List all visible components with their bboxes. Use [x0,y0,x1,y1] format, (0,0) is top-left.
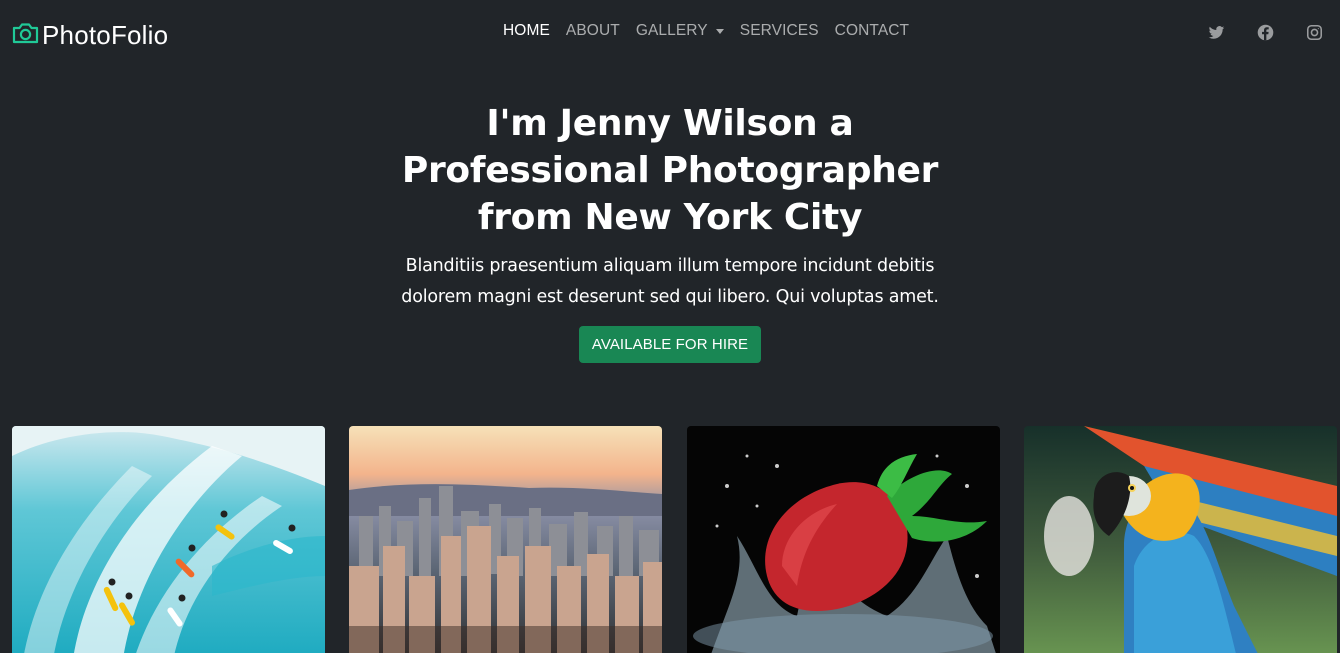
nav-home[interactable]: HOME [503,22,550,40]
available-for-hire-button[interactable]: AVAILABLE FOR HIRE [578,326,762,363]
nav-contact[interactable]: CONTACT [835,22,909,40]
camera-icon [11,21,40,49]
instagram-icon[interactable] [1306,24,1323,41]
caret-down-icon [715,28,724,34]
hero-title: I'm Jenny Wilson a Professional Photogra… [390,100,950,241]
surfers-photo[interactable] [12,426,325,653]
nav-services[interactable]: SERVICES [740,22,819,40]
twitter-icon[interactable] [1208,24,1225,41]
brand-name: PhotoFolio [42,19,169,50]
facebook-icon[interactable] [1257,24,1274,41]
hero-title-line: I'm Jenny Wilson a [486,103,854,144]
macaw-parrot-photo[interactable] [1024,426,1337,653]
social-links [1208,24,1323,41]
city-skyline-photo[interactable] [349,426,662,653]
hero-text-line: dolorem magni est deserunt sed qui liber… [401,287,939,307]
nav-about[interactable]: ABOUT [566,22,620,40]
hero-text-line: Blanditiis praesentium aliquam illum tem… [405,256,935,276]
main-nav: HOME ABOUT GALLERY SERVICES CONTACT [503,22,909,40]
nav-gallery[interactable]: GALLERY [636,22,724,40]
hero-title-line: from New York City [477,197,863,238]
site-header: PhotoFolio HOME ABOUT GALLERY SERVICES C… [0,0,1340,68]
hero-description: Blanditiis praesentium aliquam illum tem… [370,251,970,313]
nav-gallery-label: GALLERY [635,22,708,39]
hero-section: I'm Jenny Wilson a Professional Photogra… [0,100,1340,363]
hero-title-line: Professional Photographer [401,150,939,191]
logo-link[interactable]: PhotoFolio [11,18,168,52]
strawberry-splash-photo[interactable] [687,426,1000,653]
